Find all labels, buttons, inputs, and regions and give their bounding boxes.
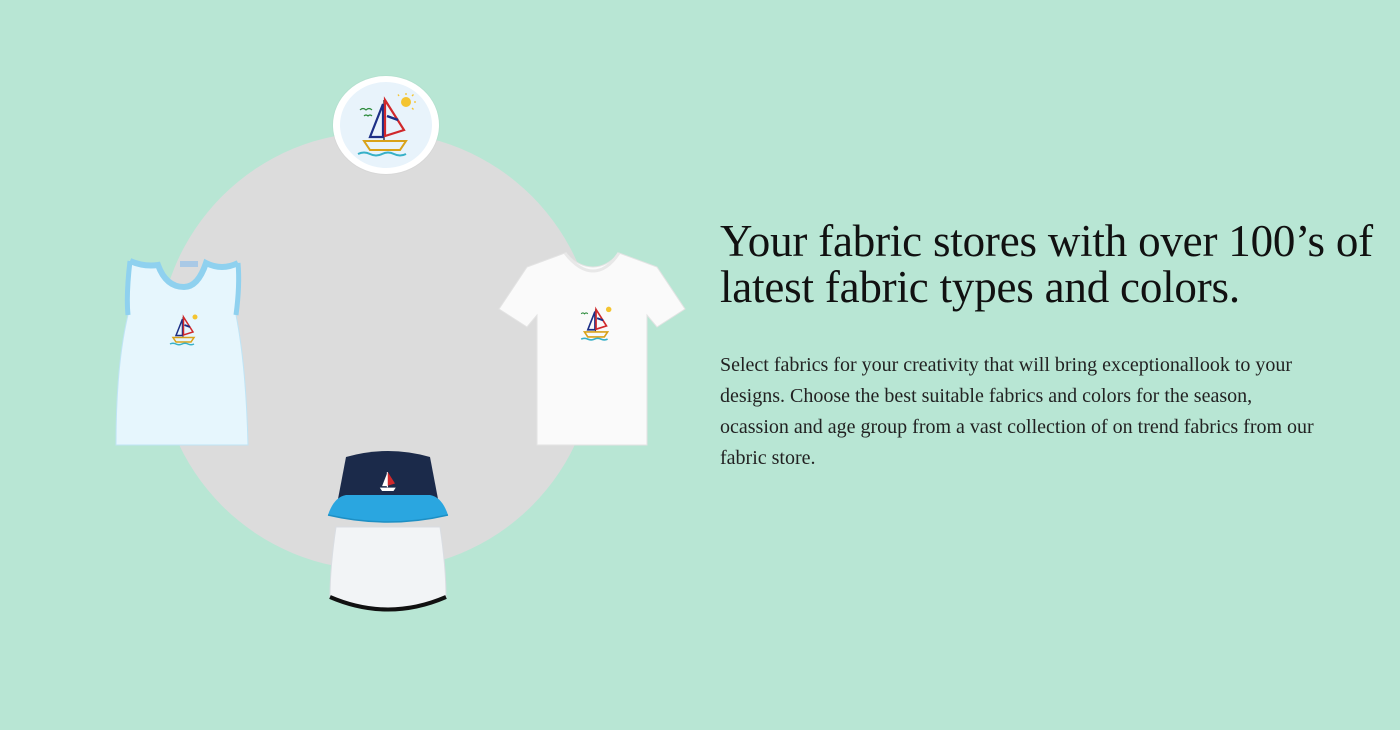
hero-content: Your fabric stores with over 100’s of la… bbox=[720, 218, 1390, 474]
sailboat-icon bbox=[357, 93, 416, 157]
hero-headline: Your fabric stores with over 100’s of la… bbox=[720, 216, 1373, 312]
tank-top-image bbox=[110, 255, 255, 455]
bucket-hat-image bbox=[322, 447, 454, 617]
t-shirt-image bbox=[497, 245, 687, 450]
sailboat-badge-inner bbox=[340, 82, 432, 168]
hero-description: Select fabrics for your creativity that … bbox=[720, 354, 1314, 469]
sailboat-badge bbox=[333, 76, 439, 174]
